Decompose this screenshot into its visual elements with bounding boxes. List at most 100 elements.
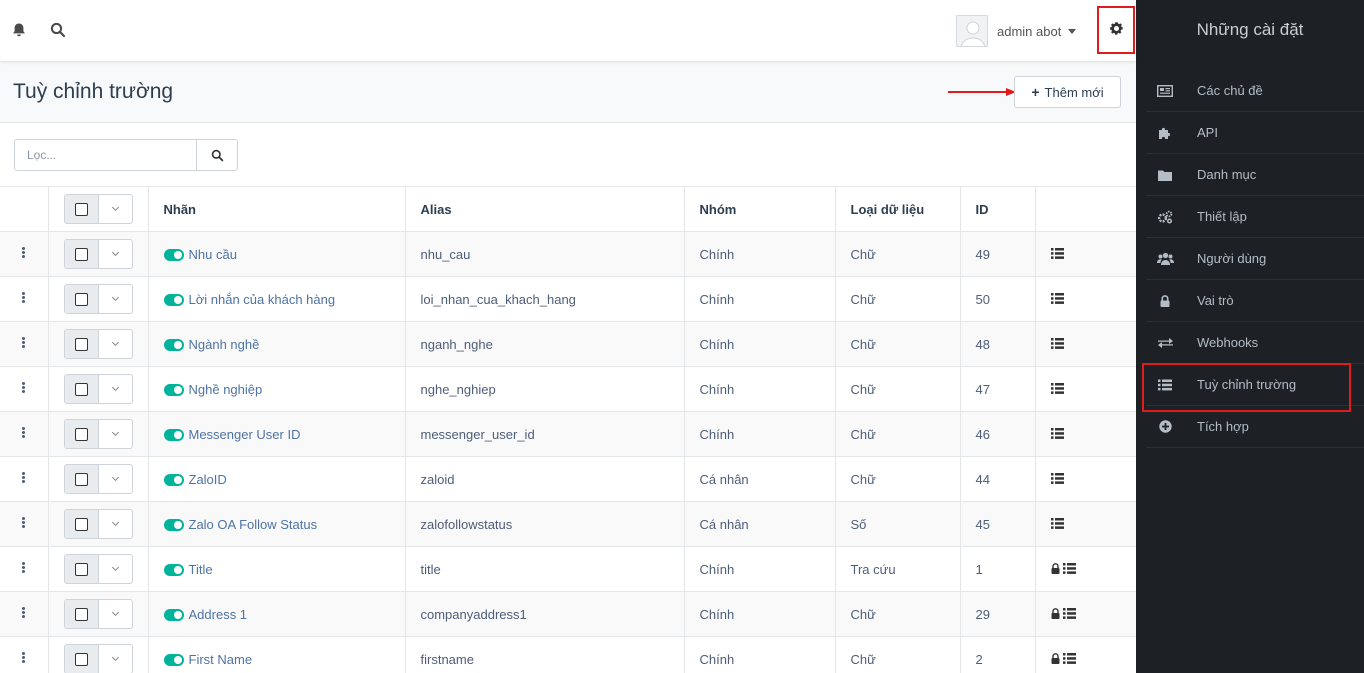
row-actions-dropdown[interactable] (99, 645, 132, 673)
row-label-cell: First Name (148, 636, 406, 673)
row-menu-cell (0, 366, 49, 412)
header-label[interactable]: Nhãn (148, 186, 406, 232)
row-alias: nhu_cau (405, 231, 685, 277)
field-label-link[interactable]: Ngành nghề (189, 337, 260, 352)
list-icon (1156, 378, 1174, 392)
published-toggle[interactable] (163, 338, 184, 351)
row-checkbox[interactable] (74, 652, 88, 666)
published-toggle[interactable] (163, 248, 184, 261)
sidebar-item-folder[interactable]: Danh mục (1146, 154, 1364, 196)
bulk-actions-dropdown[interactable] (99, 195, 132, 223)
row-select-group (63, 554, 133, 584)
row-actions-dropdown[interactable] (99, 420, 132, 448)
kebab-menu-icon[interactable] (22, 651, 26, 664)
row-actions-dropdown[interactable] (99, 600, 132, 628)
list-icon (1062, 652, 1076, 667)
row-checkbox[interactable] (74, 517, 88, 531)
row-checkbox[interactable] (74, 382, 88, 396)
sidebar-item-lock[interactable]: Vai trò (1146, 280, 1364, 322)
kebab-menu-icon[interactable] (22, 426, 26, 439)
select-all-checkbox[interactable] (74, 202, 88, 216)
search-icon[interactable] (50, 22, 66, 38)
published-toggle[interactable] (163, 428, 184, 441)
header-alias[interactable]: Alias (405, 186, 685, 232)
bell-icon[interactable] (11, 22, 27, 38)
filter-search-button[interactable] (196, 139, 238, 171)
kebab-menu-icon[interactable] (22, 336, 26, 349)
row-actions-dropdown[interactable] (99, 465, 132, 493)
row-checkbox[interactable] (74, 427, 88, 441)
field-label-link[interactable]: Address 1 (189, 607, 248, 622)
table-row: Zalo OA Follow Status zalofollowstatus Cá … (0, 501, 1136, 547)
add-new-button[interactable]: + Thêm mới (1014, 76, 1121, 108)
field-label-link[interactable]: Title (189, 562, 213, 577)
row-checkbox[interactable] (74, 247, 88, 261)
row-menu-cell (0, 411, 49, 457)
select-all-group (63, 194, 133, 224)
sidebar-item-label: API (1197, 125, 1218, 140)
kebab-menu-icon[interactable] (22, 606, 26, 619)
published-toggle[interactable] (163, 653, 184, 666)
sidebar-item-users[interactable]: Người dùng (1146, 238, 1364, 280)
row-actions-dropdown[interactable] (99, 375, 132, 403)
published-toggle[interactable] (163, 293, 184, 306)
published-toggle[interactable] (163, 473, 184, 486)
settings-button[interactable] (1097, 6, 1135, 54)
header-type[interactable]: Loại dữ liệu (835, 186, 961, 232)
published-toggle[interactable] (163, 608, 184, 621)
row-type: Chữ (835, 276, 961, 322)
row-label-cell: Lời nhắn của khách hàng (148, 276, 406, 322)
row-checkbox[interactable] (74, 292, 88, 306)
kebab-menu-icon[interactable] (22, 561, 26, 574)
sidebar-item-puzzle[interactable]: API (1146, 112, 1364, 154)
row-actions-dropdown[interactable] (99, 510, 132, 538)
row-checkbox[interactable] (74, 607, 88, 621)
row-id: 29 (960, 591, 1036, 637)
published-toggle[interactable] (163, 563, 184, 576)
field-label-link[interactable]: Lời nhắn của khách hàng (189, 292, 336, 307)
row-checkbox[interactable] (74, 562, 88, 576)
row-type: Chữ (835, 636, 961, 673)
header-select-cell (48, 186, 149, 232)
row-checkbox-wrap (64, 645, 99, 673)
published-toggle[interactable] (163, 518, 184, 531)
field-label-link[interactable]: ZaloID (189, 472, 227, 487)
kebab-menu-icon[interactable] (22, 246, 26, 259)
header-group[interactable]: Nhóm (684, 186, 836, 232)
sidebar-item-exchange[interactable]: Webhooks (1146, 322, 1364, 364)
kebab-menu-icon[interactable] (22, 291, 26, 304)
sidebar-item-cogs[interactable]: Thiết lập (1146, 196, 1364, 238)
field-label-link[interactable]: Nghề nghiệp (189, 382, 263, 397)
sidebar-item-list[interactable]: Tuỳ chỉnh trường (1142, 363, 1364, 412)
row-alias: loi_nhan_cua_khach_hang (405, 276, 685, 322)
row-checkbox-wrap (64, 555, 99, 583)
field-label-link[interactable]: Zalo OA Follow Status (189, 517, 318, 532)
row-checkbox[interactable] (74, 337, 88, 351)
sidebar-item-newspaper[interactable]: Các chủ đề (1146, 70, 1364, 112)
filter-input[interactable] (14, 139, 196, 171)
kebab-menu-icon[interactable] (22, 516, 26, 529)
kebab-menu-icon[interactable] (22, 381, 26, 394)
chevron-down-icon (111, 248, 119, 257)
row-id: 44 (960, 456, 1036, 502)
field-label-link[interactable]: Messenger User ID (189, 427, 301, 442)
row-actions-dropdown[interactable] (99, 555, 132, 583)
row-actions-dropdown[interactable] (99, 240, 132, 268)
row-checkbox[interactable] (74, 472, 88, 486)
field-label-link[interactable]: First Name (189, 652, 253, 667)
kebab-menu-icon[interactable] (22, 471, 26, 484)
row-actions-dropdown[interactable] (99, 285, 132, 313)
row-select-group (63, 284, 133, 314)
published-toggle[interactable] (163, 383, 184, 396)
row-actions-cell (1035, 546, 1136, 592)
user-menu[interactable]: admin abot (956, 15, 1077, 47)
row-id: 2 (960, 636, 1036, 673)
row-actions-dropdown[interactable] (99, 330, 132, 358)
field-label-link[interactable]: Nhu cầu (189, 247, 237, 262)
fields-table: Nhãn Alias Nhóm Loại dữ liệu ID Nhu cầu n… (0, 186, 1136, 673)
header-id[interactable]: ID (960, 186, 1036, 232)
sidebar-item-plus-circle[interactable]: Tích hợp (1146, 406, 1364, 448)
row-id: 45 (960, 501, 1036, 547)
chevron-down-icon (111, 563, 119, 572)
row-select-cell (48, 501, 149, 547)
